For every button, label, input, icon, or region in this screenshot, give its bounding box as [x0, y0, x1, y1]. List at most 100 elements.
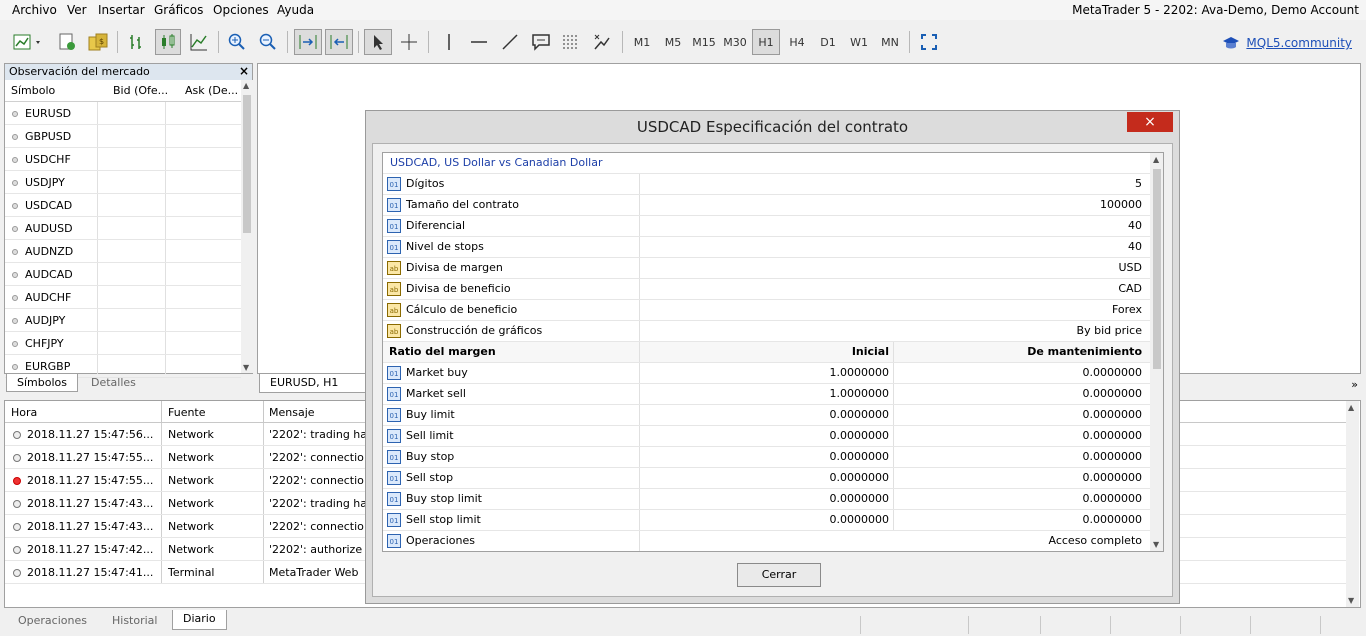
tf-m5[interactable]: M5 — [659, 29, 687, 55]
symbol-row[interactable]: USDCHF — [5, 148, 241, 171]
new-profile-icon[interactable] — [56, 29, 78, 55]
auto-scroll-icon[interactable] — [294, 29, 322, 55]
new-chart-icon[interactable] — [10, 29, 46, 55]
tf-d1[interactable]: D1 — [814, 29, 842, 55]
tf-m1[interactable]: M1 — [628, 29, 656, 55]
horizontal-line-icon[interactable] — [466, 29, 492, 55]
symbol-name: EURUSD — [25, 107, 72, 120]
tf-h4[interactable]: H4 — [783, 29, 811, 55]
symbol-status-icon — [12, 226, 18, 232]
menu-opciones[interactable]: Opciones — [213, 3, 269, 17]
navigator-icon[interactable]: $ — [86, 29, 110, 55]
symbol-row[interactable]: AUDNZD — [5, 240, 241, 263]
journal-scrollbar[interactable]: ▲ ▼ — [1346, 401, 1359, 607]
indicators-icon[interactable] — [589, 29, 615, 55]
string-field-icon: ab — [387, 261, 401, 275]
mql5-link-label: MQL5.community — [1246, 36, 1352, 50]
menu-archivo[interactable]: Archivo — [12, 3, 57, 17]
fibonacci-icon[interactable] — [558, 29, 584, 55]
symbol-row[interactable]: CHFJPY — [5, 332, 241, 355]
spec-value: USD — [1118, 261, 1142, 274]
chart-shift-icon[interactable] — [325, 29, 353, 55]
margin-initial: 0.0000000 — [829, 408, 890, 421]
tf-m15[interactable]: M15 — [689, 29, 719, 55]
col-mensaje[interactable]: Mensaje — [269, 406, 315, 419]
margin-maintenance: 0.0000000 — [1082, 429, 1143, 442]
col-ask[interactable]: Ask (De... — [185, 84, 238, 97]
bar-chart-icon[interactable] — [124, 29, 150, 55]
tab-simbolos[interactable]: Símbolos — [6, 374, 78, 392]
tf-w1[interactable]: W1 — [845, 29, 873, 55]
symbol-row[interactable]: AUDCHF — [5, 286, 241, 309]
margin-row: 01 Sell limit 0.0000000 0.0000000 — [383, 425, 1151, 446]
crosshair-icon[interactable] — [396, 29, 422, 55]
journal-time: 2018.11.27 15:47:56... — [27, 428, 154, 441]
margin-maintenance: 0.0000000 — [1082, 513, 1143, 526]
text-label-icon[interactable] — [528, 29, 554, 55]
specification-scrollbar[interactable]: ▲ ▼ — [1150, 153, 1163, 551]
margin-initial: 0.0000000 — [829, 471, 890, 484]
col-hora[interactable]: Hora — [11, 406, 37, 419]
margin-label: Sell stop — [406, 471, 454, 484]
trendline-icon[interactable] — [497, 29, 523, 55]
info-icon — [13, 431, 21, 439]
close-icon[interactable]: × — [1127, 112, 1173, 132]
status-bar — [0, 614, 1366, 636]
symbol-status-icon — [12, 157, 18, 163]
symbol-row[interactable]: AUDUSD — [5, 217, 241, 240]
symbol-row[interactable]: EURUSD — [5, 102, 241, 125]
zoom-out-icon[interactable] — [255, 29, 281, 55]
spec-row: ab Divisa de beneficio CAD — [383, 278, 1151, 299]
graduation-cap-icon — [1223, 37, 1240, 49]
symbol-name: GBPUSD — [25, 130, 72, 143]
journal-time: 2018.11.27 15:47:43... — [27, 520, 154, 533]
margin-maintenance: 0.0000000 — [1082, 450, 1143, 463]
mql5-community-link[interactable]: MQL5.community — [1222, 35, 1352, 51]
info-icon — [13, 546, 21, 554]
journal-source: Network — [168, 451, 214, 464]
symbol-status-icon — [12, 318, 18, 324]
symbol-row[interactable]: AUDCAD — [5, 263, 241, 286]
numeric-field-icon: 01 — [387, 198, 401, 212]
journal-message: '2202': connectio — [269, 474, 364, 487]
journal-time: 2018.11.27 15:47:42... — [27, 543, 154, 556]
symbol-row[interactable]: USDCAD — [5, 194, 241, 217]
market-watch-scrollbar[interactable]: ▲ ▼ — [241, 80, 253, 373]
tf-m30[interactable]: M30 — [720, 29, 750, 55]
tf-mn[interactable]: MN — [876, 29, 904, 55]
close-button[interactable]: Cerrar — [737, 563, 821, 587]
numeric-field-icon: 01 — [387, 177, 401, 191]
col-fuente[interactable]: Fuente — [168, 406, 206, 419]
margin-row: 01 Buy stop 0.0000000 0.0000000 — [383, 446, 1151, 467]
symbol-status-icon — [12, 364, 18, 370]
info-icon — [13, 500, 21, 508]
close-icon[interactable]: × — [239, 64, 249, 78]
menu-ver[interactable]: Ver — [67, 3, 87, 17]
fullscreen-icon[interactable] — [916, 29, 942, 55]
menu-insertar[interactable]: Insertar — [98, 3, 145, 17]
symbol-row[interactable]: GBPUSD — [5, 125, 241, 148]
symbol-row[interactable]: AUDJPY — [5, 309, 241, 332]
numeric-field-icon: 01 — [387, 219, 401, 233]
tab-detalles[interactable]: Detalles — [81, 374, 146, 391]
col-bid[interactable]: Bid (Ofe... — [113, 84, 168, 97]
chart-tab-eurusd[interactable]: EURUSD, H1 — [259, 374, 369, 393]
initial-header: Inicial — [851, 345, 889, 358]
journal-source: Network — [168, 520, 214, 533]
vertical-line-icon[interactable] — [436, 29, 462, 55]
symbol-row[interactable]: USDJPY — [5, 171, 241, 194]
zoom-in-icon[interactable] — [224, 29, 250, 55]
market-watch-panel: Observación del mercado × Símbolo Bid (O… — [4, 63, 253, 378]
candlestick-icon[interactable] — [155, 29, 181, 55]
tf-h1[interactable]: H1 — [752, 29, 780, 55]
metatrader-window: Archivo Ver Insertar Gráficos Opciones A… — [0, 0, 1366, 636]
numeric-field-icon: 01 — [387, 492, 401, 506]
menu-ayuda[interactable]: Ayuda — [277, 3, 314, 17]
col-symbol[interactable]: Símbolo — [11, 84, 55, 97]
cursor-icon[interactable] — [364, 29, 392, 55]
margin-initial: 0.0000000 — [829, 450, 890, 463]
line-chart-icon[interactable] — [186, 29, 212, 55]
chart-tabs-more[interactable]: » — [1351, 378, 1358, 391]
menu-graficos[interactable]: Gráficos — [154, 3, 203, 17]
journal-time: 2018.11.27 15:47:55... — [27, 474, 154, 487]
